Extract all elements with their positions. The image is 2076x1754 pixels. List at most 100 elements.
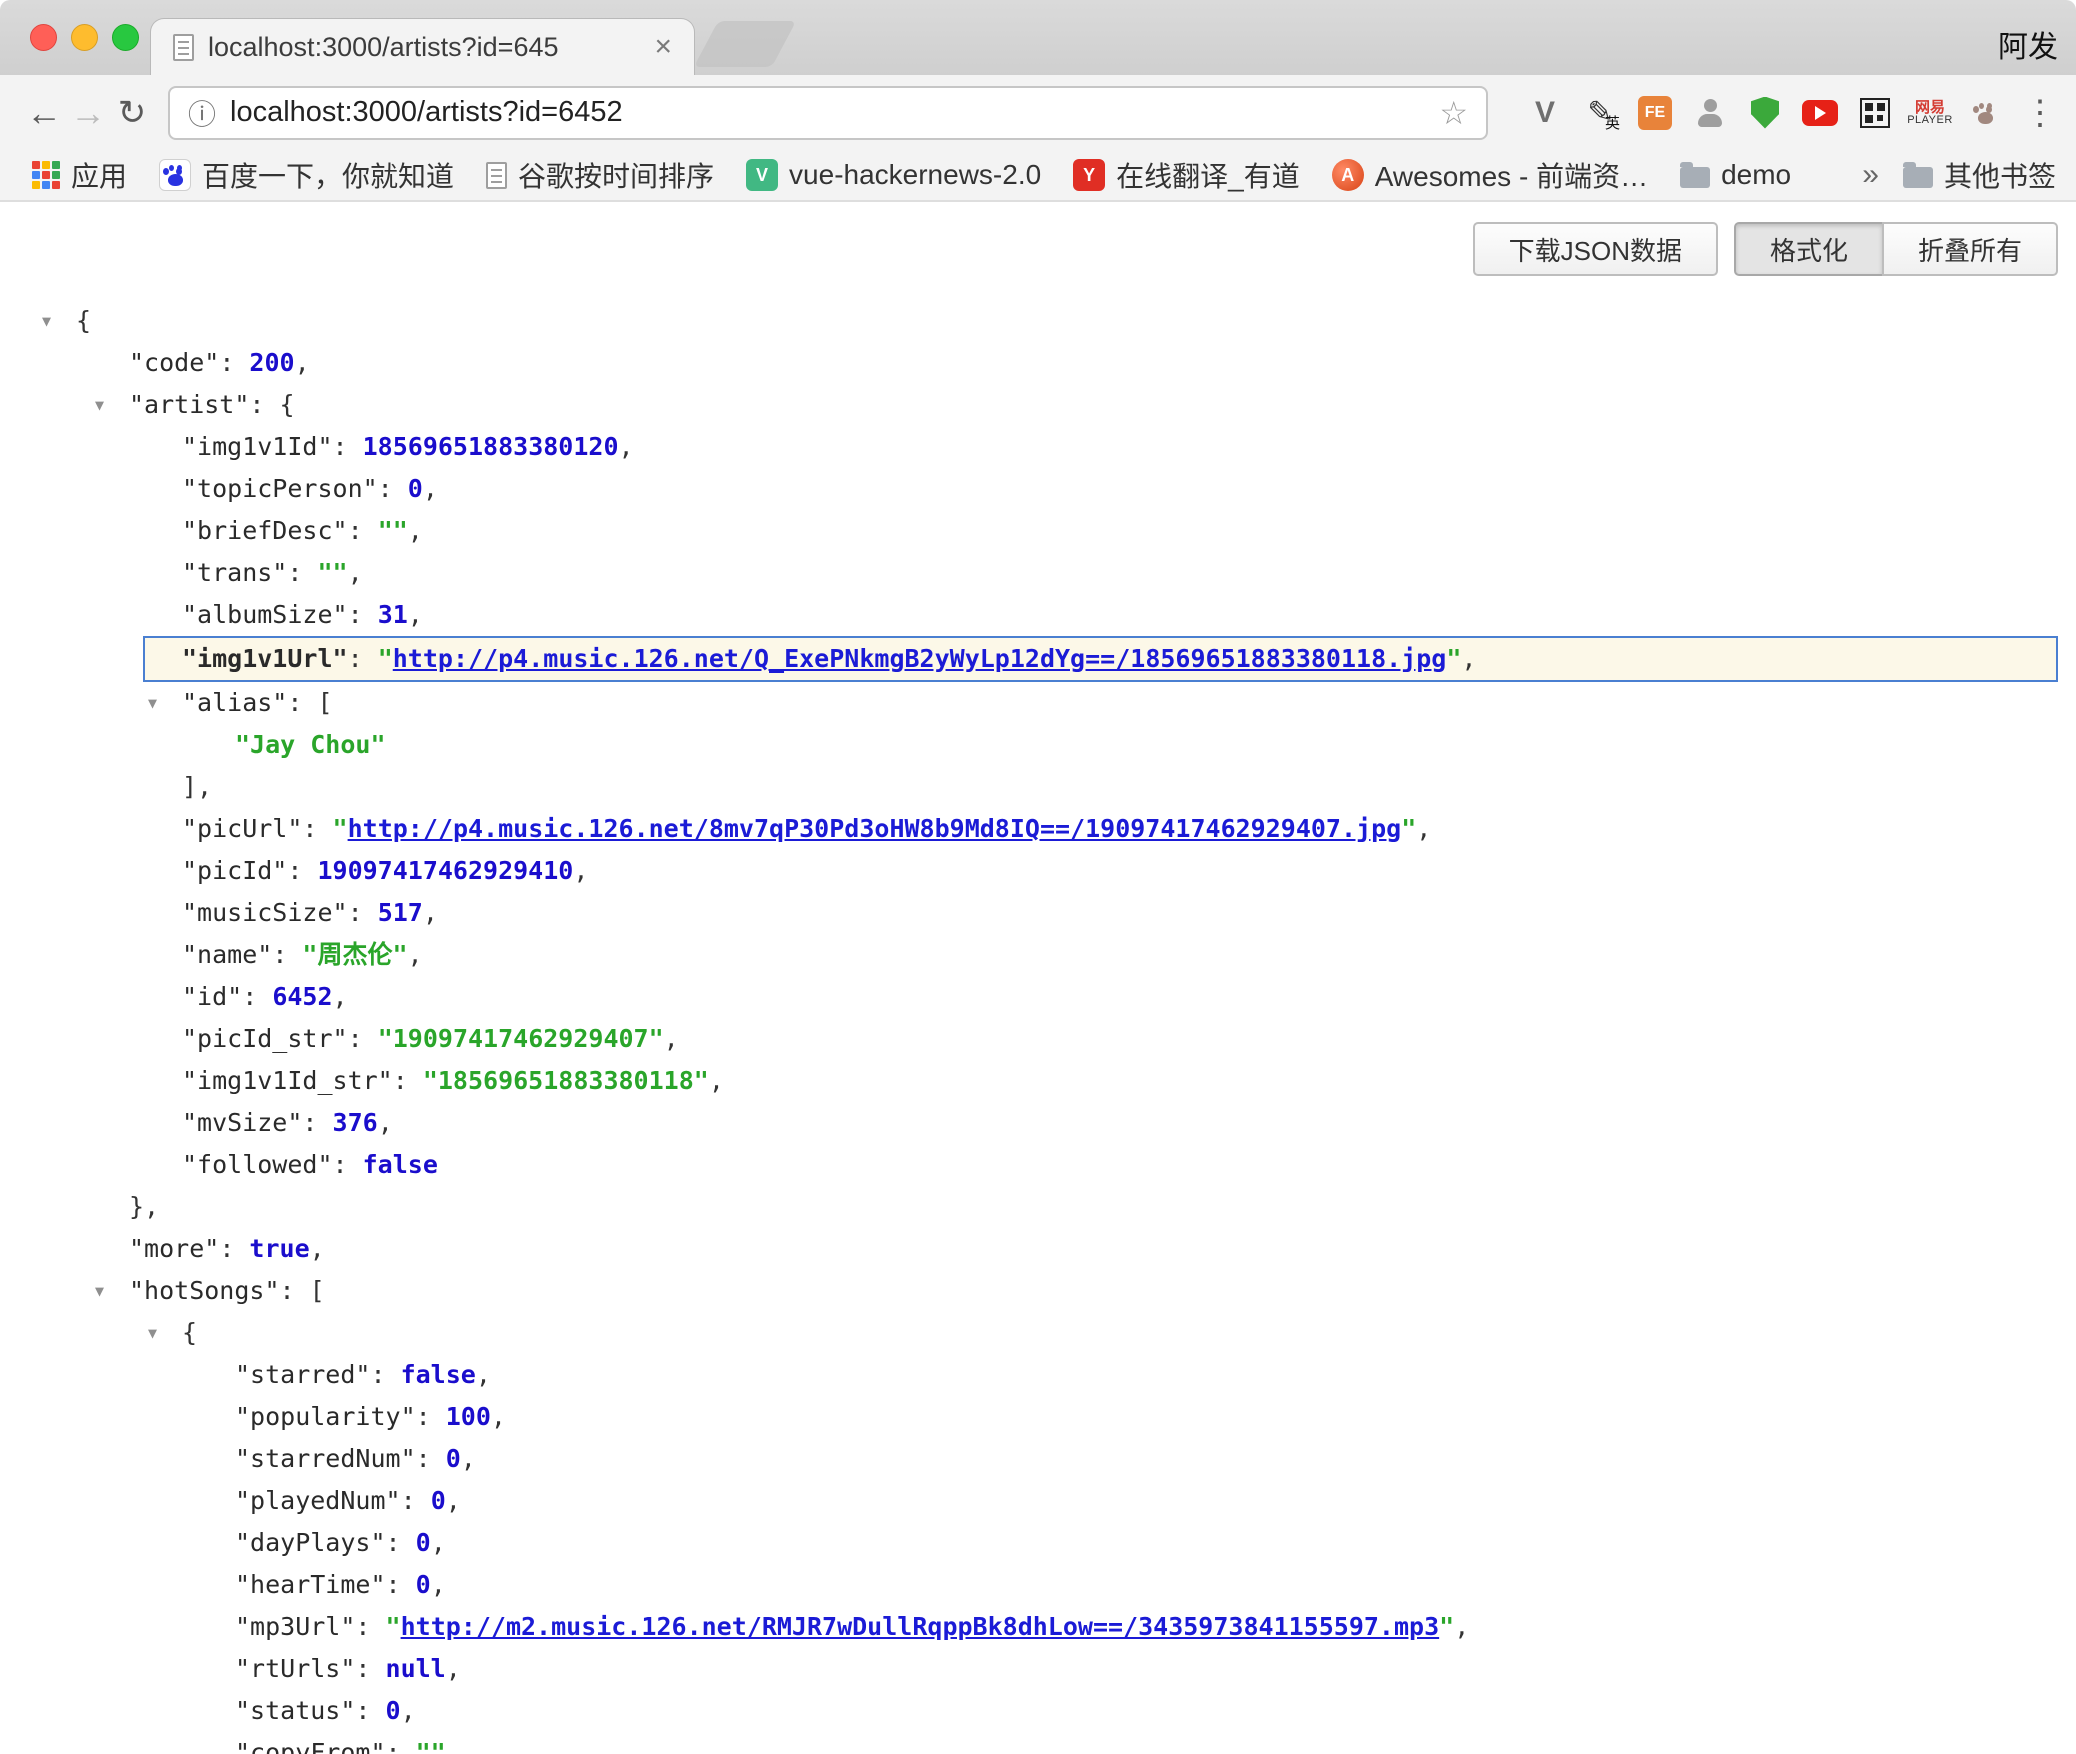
json-url-link[interactable]: http://p4.music.126.net/8mv7qP30Pd3oHW8b…: [348, 814, 1402, 843]
youtube-extension-icon[interactable]: [1800, 91, 1840, 135]
url-input[interactable]: ⓘ localhost:3000/artists?id=6452 ☆: [168, 86, 1488, 140]
collapse-arrow-icon[interactable]: ▼: [148, 682, 157, 724]
collapse-arrow-icon[interactable]: ▼: [148, 1312, 157, 1354]
json-token: :: [287, 856, 317, 885]
reload-icon[interactable]: ↻: [110, 93, 154, 133]
bookmark-google-sort[interactable]: 谷歌按时间排序: [486, 155, 714, 195]
v-extension-icon[interactable]: V: [1525, 91, 1565, 135]
json-token: ,: [431, 1570, 446, 1599]
json-token: "copyFrom": [235, 1738, 386, 1754]
json-token: false: [363, 1150, 438, 1179]
json-token: "picId_str": [182, 1024, 348, 1053]
bookmark-awesomes[interactable]: A Awesomes - 前端资…: [1332, 155, 1648, 195]
json-token: "alias": [182, 688, 287, 717]
collapse-arrow-icon[interactable]: ▼: [95, 384, 104, 426]
browser-menu-icon[interactable]: ⋮: [2020, 91, 2060, 135]
qrcode-icon: [1860, 98, 1890, 128]
json-line: "Jay Chou": [0, 724, 2076, 766]
json-token: "": [378, 516, 408, 545]
json-token: "Jay Chou": [235, 730, 386, 759]
json-token: :: [378, 474, 408, 503]
json-token: ": [1446, 644, 1461, 673]
json-token: 19097417462929410: [317, 856, 573, 885]
json-token: "albumSize": [182, 600, 348, 629]
format-button[interactable]: 格式化: [1734, 222, 1884, 276]
shield-extension-icon[interactable]: [1745, 91, 1785, 135]
json-token: },: [129, 1192, 159, 1221]
json-token: :: [302, 1108, 332, 1137]
json-token: "img1v1Url": [182, 644, 348, 673]
json-token: "more": [129, 1234, 219, 1263]
paw-extension-icon[interactable]: [1965, 91, 2005, 135]
bookmark-youdao-translate[interactable]: Y 在线翻译_有道: [1073, 155, 1300, 195]
qrcode-extension-icon[interactable]: [1855, 91, 1895, 135]
new-tab-button[interactable]: [694, 21, 796, 67]
json-token: ": [1401, 814, 1416, 843]
json-token: ,: [619, 432, 634, 461]
folder-icon: [1680, 167, 1710, 188]
person-extension-icon[interactable]: [1690, 91, 1730, 135]
json-token: ,: [333, 982, 348, 1011]
json-token: :: [219, 1234, 249, 1263]
extensions-row: V ✎英 FE 网易PLAYER ⋮: [1525, 91, 2060, 135]
vue-icon: V: [746, 159, 778, 191]
json-token: "starredNum": [235, 1444, 416, 1473]
json-token: null: [386, 1654, 446, 1683]
json-url-link[interactable]: http://p4.music.126.net/Q_ExePNkmgB2yWyL…: [393, 644, 1447, 673]
json-line: },: [0, 1186, 2076, 1228]
youdao-icon: Y: [1073, 159, 1105, 191]
json-token: 18569651883380120: [363, 432, 619, 461]
json-token: :: [355, 1696, 385, 1725]
bookmark-vue-hackernews[interactable]: V vue-hackernews-2.0: [746, 159, 1041, 191]
bookmark-label: vue-hackernews-2.0: [789, 159, 1041, 191]
json-token: ,: [573, 856, 588, 885]
json-token: "popularity": [235, 1402, 416, 1431]
json-token: :: [386, 1738, 416, 1754]
json-token: ,: [423, 898, 438, 927]
json-token: ,: [408, 516, 423, 545]
bookmarks-overflow-icon[interactable]: »: [1862, 158, 1879, 192]
json-line: "followed": false: [0, 1144, 2076, 1186]
profile-name[interactable]: 阿发: [1998, 22, 2058, 66]
page-info-icon[interactable]: ⓘ: [188, 93, 216, 133]
minimize-window-button[interactable]: [71, 24, 98, 51]
json-url-link[interactable]: http://m2.music.126.net/RMJR7wDullRqppBk…: [401, 1612, 1440, 1641]
json-token: :: [355, 1612, 385, 1641]
json-token: {: [182, 1318, 197, 1347]
download-json-button[interactable]: 下载JSON数据: [1473, 222, 1718, 276]
fullscreen-window-button[interactable]: [112, 24, 139, 51]
netease-player-extension-icon[interactable]: 网易PLAYER: [1910, 91, 1950, 135]
collapse-arrow-icon[interactable]: ▼: [42, 300, 51, 342]
bookmark-star-icon[interactable]: ☆: [1439, 94, 1468, 132]
bookmarks-bar: 应用 百度一下，你就知道 谷歌按时间排序 V vue-hackernews-2.…: [0, 150, 2076, 202]
json-token: ,: [1461, 644, 1476, 673]
back-icon[interactable]: ←: [22, 92, 66, 134]
bookmark-demo-folder[interactable]: demo: [1680, 159, 1791, 191]
close-window-button[interactable]: [30, 24, 57, 51]
json-token: ,: [461, 1444, 476, 1473]
forward-icon[interactable]: →: [66, 92, 110, 134]
translate-extension-icon[interactable]: ✎英: [1580, 91, 1620, 135]
fehelper-extension-icon[interactable]: FE: [1635, 91, 1675, 135]
json-line: ],: [0, 766, 2076, 808]
bookmark-baidu[interactable]: 百度一下，你就知道: [159, 155, 454, 195]
collapse-all-button[interactable]: 折叠所有: [1882, 222, 2058, 276]
json-line: "more": true,: [0, 1228, 2076, 1270]
awesomes-icon: A: [1332, 159, 1364, 191]
json-token: "img1v1Id_str": [182, 1066, 393, 1095]
json-token: "hotSongs": [129, 1276, 280, 1305]
browser-tab[interactable]: localhost:3000/artists?id=645 ×: [150, 18, 695, 75]
json-token: ,: [491, 1402, 506, 1431]
baidu-paw-icon: [159, 159, 191, 191]
json-token: 376: [333, 1108, 378, 1137]
other-bookmarks-folder[interactable]: 其他书签: [1903, 155, 2056, 195]
bookmark-label: 谷歌按时间排序: [518, 155, 714, 195]
collapse-arrow-icon[interactable]: ▼: [95, 1270, 104, 1312]
json-token: "img1v1Id": [182, 432, 333, 461]
json-token: ,: [664, 1024, 679, 1053]
bookmark-apps[interactable]: 应用: [32, 155, 127, 195]
json-line: "status": 0,: [0, 1690, 2076, 1732]
tab-close-icon[interactable]: ×: [654, 32, 672, 62]
json-token: ,: [310, 1234, 325, 1263]
window-controls: [30, 24, 139, 51]
